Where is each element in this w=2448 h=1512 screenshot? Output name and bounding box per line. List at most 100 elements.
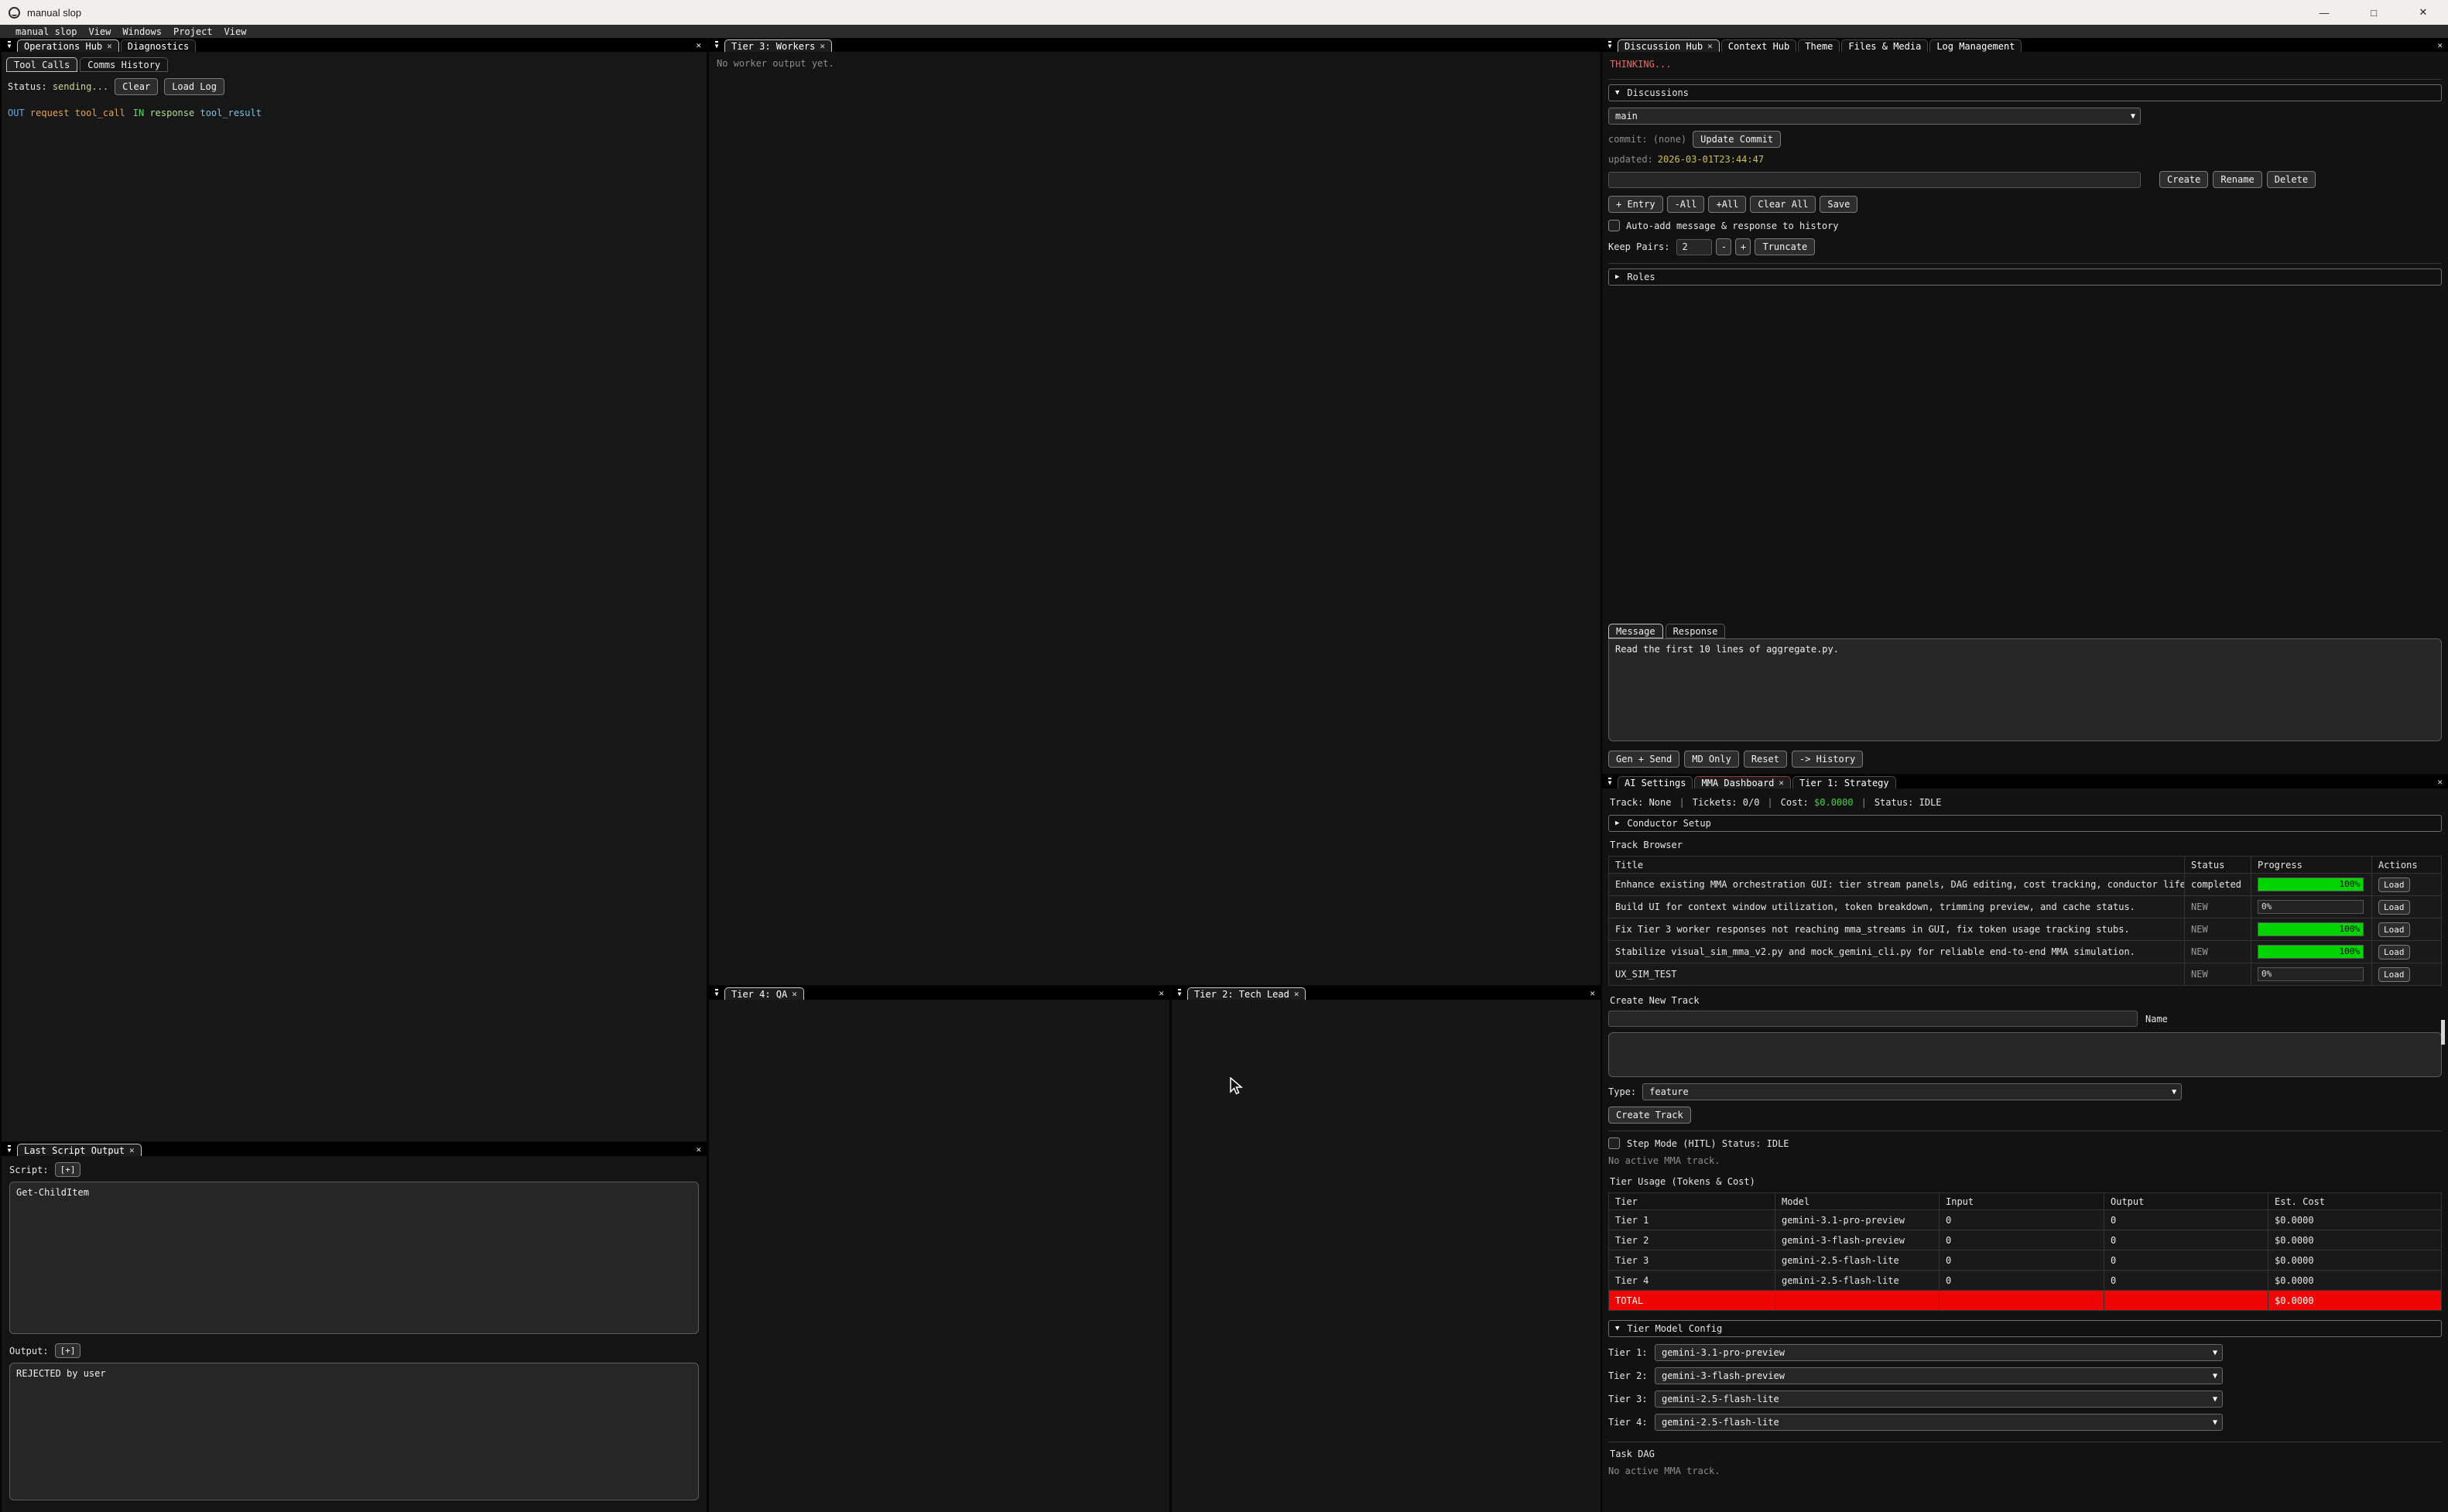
keep-pairs-minus-button[interactable]: - (1716, 238, 1731, 255)
usage-total-row: TOTAL $0.0000 (1609, 1291, 2442, 1311)
subtab-tool-calls[interactable]: Tool Calls (6, 57, 77, 72)
track-type-select[interactable]: feature ▼ (1642, 1083, 2182, 1100)
tab-tier2-techlead[interactable]: Tier 2: Tech Lead ✕ (1187, 987, 1306, 1000)
tab-close-icon[interactable]: ✕ (1294, 989, 1299, 999)
tab-close-icon[interactable]: ✕ (1779, 778, 1784, 788)
roles-section-header[interactable]: ▶ Roles (1608, 269, 2442, 286)
menu-item-view2[interactable]: View (224, 26, 247, 37)
md-only-button[interactable]: MD Only (1684, 751, 1739, 768)
discussion-branch-select[interactable]: main ▼ (1608, 108, 2141, 125)
gen-send-button[interactable]: Gen + Send (1608, 751, 1679, 768)
tab-discussion-hub[interactable]: Discussion Hub ✕ (1618, 39, 1720, 52)
tier3-model-select[interactable]: gemini-2.5-flash-lite ▼ (1655, 1391, 2223, 1408)
load-button[interactable]: Load (2378, 877, 2410, 892)
truncate-button[interactable]: Truncate (1755, 238, 1815, 255)
panel-close-icon[interactable]: ✕ (690, 1144, 707, 1155)
tab-tier4-qa[interactable]: Tier 4: QA ✕ (724, 987, 804, 1000)
dock-icon[interactable]: ▼ (2, 1145, 17, 1154)
tier-model-config-header[interactable]: ▼ Tier Model Config (1608, 1320, 2442, 1337)
dock-icon[interactable]: ▼ (1602, 41, 1618, 50)
keep-pairs-input[interactable] (1676, 239, 1712, 255)
tier4-header: ▼ Tier 4: QA ✕ ✕ (709, 987, 1169, 1000)
tab-log-management[interactable]: Log Management (1929, 39, 2022, 52)
tab-response[interactable]: Response (1666, 624, 1726, 638)
close-icon[interactable]: ✕ (2398, 0, 2448, 25)
keep-pairs-plus-button[interactable]: + (1735, 238, 1751, 255)
menu-item-windows[interactable]: Windows (122, 26, 162, 37)
tier2-model-select[interactable]: gemini-3-flash-preview ▼ (1655, 1367, 2223, 1384)
update-commit-button[interactable]: Update Commit (1693, 131, 1781, 148)
tier4-model-select[interactable]: gemini-2.5-flash-lite ▼ (1655, 1414, 2223, 1431)
panel-close-icon[interactable]: ✕ (2432, 40, 2448, 50)
clear-all-button[interactable]: Clear All (1750, 196, 1816, 213)
tab-close-icon[interactable]: ✕ (792, 989, 797, 999)
tab-files-media[interactable]: Files & Media (1841, 39, 1928, 52)
dock-icon[interactable]: ▼ (709, 41, 724, 50)
track-description-textarea[interactable] (1608, 1032, 2442, 1077)
tab-close-icon[interactable]: ✕ (1707, 41, 1713, 51)
load-log-button[interactable]: Load Log (164, 78, 224, 95)
tab-message[interactable]: Message (1608, 624, 1663, 638)
menu-item-app[interactable]: manual slop (15, 26, 77, 37)
collapse-all-button[interactable]: -All (1667, 196, 1705, 213)
tab-context-hub[interactable]: Context Hub (1721, 39, 1796, 52)
step-mode-checkbox[interactable] (1608, 1137, 1620, 1149)
tab-last-script-output[interactable]: Last Script Output ✕ (17, 1144, 142, 1156)
panel-close-icon[interactable]: ✕ (1153, 988, 1169, 998)
load-button[interactable]: Load (2378, 967, 2410, 982)
minimize-icon[interactable]: — (2299, 0, 2349, 25)
output-textarea[interactable]: REJECTED by user (9, 1363, 699, 1500)
tab-tier1-strategy[interactable]: Tier 1: Strategy (1792, 776, 1896, 788)
col-est-cost: Est. Cost (2268, 1193, 2442, 1210)
window-title: manual slop (27, 7, 81, 19)
create-track-button[interactable]: Create Track (1608, 1107, 1691, 1124)
scrollbar-thumb[interactable] (2441, 1020, 2445, 1045)
menu-item-project[interactable]: Project (173, 26, 213, 37)
dock-icon[interactable]: ▼ (2, 41, 17, 50)
conductor-setup-header[interactable]: ▶ Conductor Setup (1608, 815, 2442, 832)
discussions-section-header[interactable]: ▼ Discussions (1608, 84, 2442, 101)
tab-close-icon[interactable]: ✕ (820, 41, 825, 51)
message-textarea[interactable]: Read the first 10 lines of aggregate.py. (1608, 638, 2442, 741)
tab-mma-dashboard[interactable]: MMA Dashboard ✕ (1694, 776, 1791, 788)
delete-button[interactable]: Delete (2267, 171, 2316, 188)
tab-tier3-workers[interactable]: Tier 3: Workers ✕ (724, 39, 832, 52)
col-status: Status (2185, 857, 2251, 874)
subtab-comms-history[interactable]: Comms History (80, 57, 168, 72)
track-name-input[interactable] (1608, 1011, 2138, 1027)
script-expand-button[interactable]: [+] (55, 1162, 81, 1177)
maximize-icon[interactable]: □ (2349, 0, 2398, 25)
tab-close-icon[interactable]: ✕ (107, 41, 112, 51)
dock-icon[interactable]: ▼ (709, 989, 724, 997)
to-history-button[interactable]: -> History (1792, 751, 1863, 768)
tab-theme[interactable]: Theme (1798, 39, 1840, 52)
add-entry-button[interactable]: + Entry (1608, 196, 1663, 213)
dock-icon[interactable]: ▼ (1172, 989, 1187, 997)
expand-all-button[interactable]: +All (1708, 196, 1746, 213)
panel-close-icon[interactable]: ✕ (690, 40, 707, 50)
discussion-name-input[interactable] (1608, 172, 2141, 188)
clear-button[interactable]: Clear (115, 78, 158, 95)
panel-close-icon[interactable]: ✕ (2432, 777, 2448, 787)
rename-button[interactable]: Rename (2213, 171, 2261, 188)
load-button[interactable]: Load (2378, 900, 2410, 915)
tier1-model-select[interactable]: gemini-3.1-pro-preview ▼ (1655, 1344, 2223, 1361)
divider (1608, 79, 2442, 80)
tab-diagnostics[interactable]: Diagnostics (121, 39, 196, 52)
reset-button[interactable]: Reset (1744, 751, 1787, 768)
script-textarea[interactable]: Get-ChildItem (9, 1182, 699, 1334)
load-button[interactable]: Load (2378, 922, 2410, 937)
panel-close-icon[interactable]: ✕ (1584, 988, 1601, 998)
dock-icon[interactable]: ▼ (1602, 778, 1618, 786)
create-button[interactable]: Create (2159, 171, 2208, 188)
output-expand-button[interactable]: [+] (55, 1343, 81, 1358)
save-button[interactable]: Save (1820, 196, 1857, 213)
auto-add-checkbox[interactable] (1608, 220, 1620, 231)
col-model: Model (1775, 1193, 1940, 1210)
menu-item-view[interactable]: View (88, 26, 111, 37)
tab-close-icon[interactable]: ✕ (129, 1145, 135, 1155)
legend-in: IN (133, 108, 144, 118)
load-button[interactable]: Load (2378, 945, 2410, 960)
tab-ai-settings[interactable]: AI Settings (1618, 776, 1693, 788)
tab-operations-hub[interactable]: Operations Hub ✕ (17, 39, 119, 52)
